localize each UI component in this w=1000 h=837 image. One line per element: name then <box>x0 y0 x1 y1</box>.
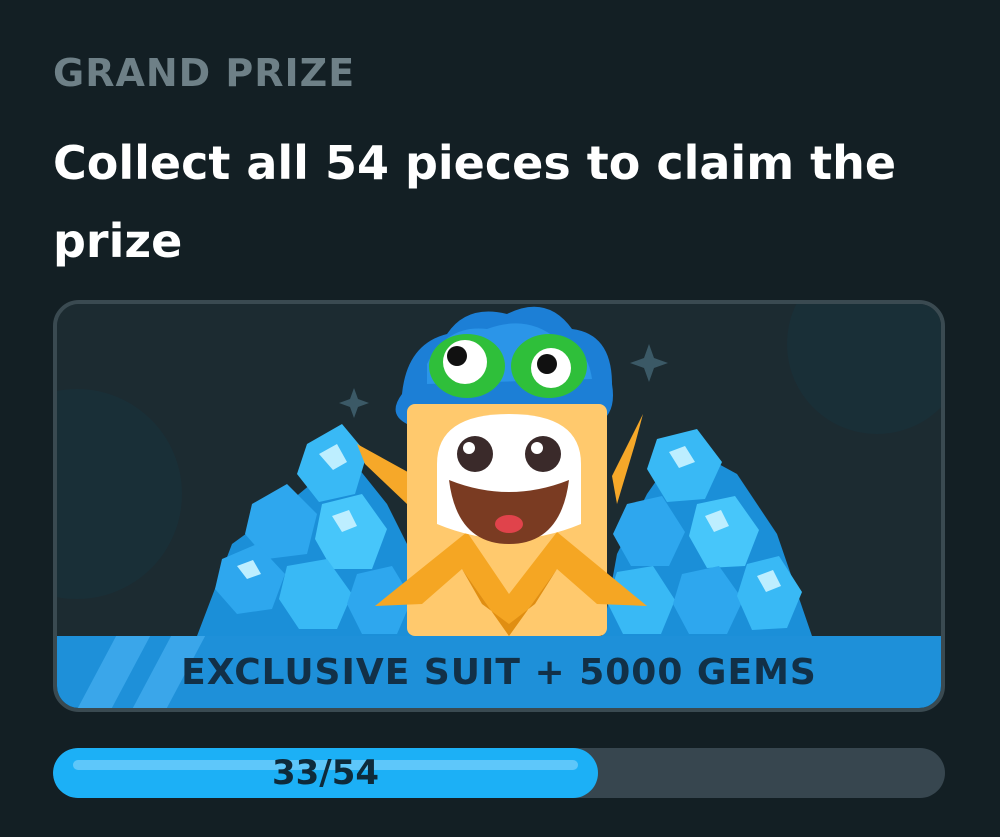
page-title: Collect all 54 pieces to claim the prize <box>53 136 897 268</box>
grand-prize-panel: GRAND PRIZE Collect all 54 pieces to cla… <box>0 0 1000 837</box>
prize-card: EXCLUSIVE SUIT + 5000 GEMS <box>53 300 945 712</box>
prize-banner-label: EXCLUSIVE SUIT + 5000 GEMS <box>181 651 817 693</box>
progress-label: 33/54 <box>271 753 380 793</box>
prize-banner: EXCLUSIVE SUIT + 5000 GEMS <box>57 636 941 708</box>
section-eyebrow: GRAND PRIZE <box>53 51 356 95</box>
progress-bar: 33/54 <box>53 748 945 798</box>
